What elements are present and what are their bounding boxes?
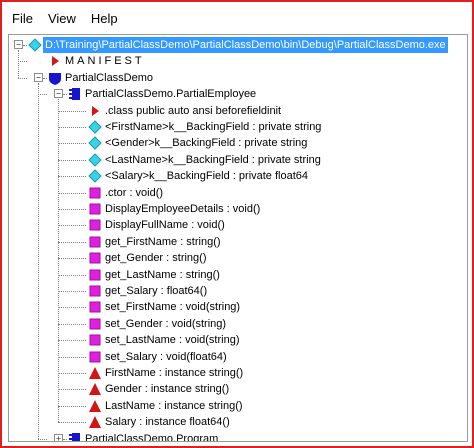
method-square-icon — [87, 349, 103, 365]
tree-item-label: get_Gender : string() — [105, 252, 207, 265]
property-triangle-icon — [87, 414, 103, 430]
menu-view[interactable]: View — [40, 4, 83, 34]
tree-item-label: LastName : instance string() — [105, 399, 243, 412]
field-diamond-icon — [87, 168, 103, 184]
method-square-icon — [87, 185, 103, 201]
tree-item[interactable]: get_Salary : float64() — [9, 283, 467, 299]
tree-item-label: PartialClassDemo — [65, 71, 154, 84]
tree-item-label: <Salary>k__BackingField : private float6… — [105, 170, 309, 183]
tree-item[interactable]: set_LastName : void(string) — [9, 332, 467, 348]
menu-bar: File View Help — [4, 4, 470, 34]
tree-item-label: PartialClassDemo.Program — [85, 432, 219, 442]
tree-item[interactable]: FirstName : instance string() — [9, 365, 467, 381]
tree-item[interactable]: − PartialClassDemo.PartialEmployee — [9, 86, 467, 102]
method-square-icon — [87, 234, 103, 250]
method-square-icon — [87, 250, 103, 266]
tree-item-label: <LastName>k__BackingField : private stri… — [105, 153, 321, 166]
property-triangle-icon — [87, 381, 103, 397]
method-square-icon — [87, 316, 103, 332]
method-square-icon — [87, 283, 103, 299]
class-info-triangle-icon — [87, 103, 103, 119]
method-square-icon — [87, 332, 103, 348]
class-icon — [67, 431, 83, 441]
tree-item[interactable]: DisplayEmployeeDetails : void() — [9, 201, 467, 217]
tree-item[interactable]: set_Gender : void(string) — [9, 316, 467, 332]
tree-item-label: .class public auto ansi beforefieldinit — [105, 104, 282, 117]
tree-item-label: D:\Training\PartialClassDemo\PartialClas… — [43, 37, 448, 53]
tree-item[interactable]: get_FirstName : string() — [9, 234, 467, 250]
tree-item[interactable]: − PartialClassDemo — [9, 70, 467, 86]
collapse-toggle-icon[interactable]: − — [54, 89, 63, 99]
tree-item-label: <FirstName>k__BackingField : private str… — [105, 121, 322, 133]
tree-view[interactable]: − D:\Training\PartialClassDemo\PartialCla… — [8, 34, 468, 442]
tree-item[interactable]: <LastName>k__BackingField : private stri… — [9, 152, 467, 168]
method-square-icon — [87, 299, 103, 315]
method-square-icon — [87, 201, 103, 217]
tree-item[interactable]: get_LastName : string() — [9, 267, 467, 283]
namespace-shield-icon — [47, 70, 63, 86]
tree-item-label: Salary : instance float64() — [105, 416, 230, 429]
tree-item-label: DisplayEmployeeDetails : void() — [105, 203, 261, 215]
tree-item[interactable]: Gender : instance string() — [9, 381, 467, 397]
tree-item[interactable]: Salary : instance float64() — [9, 414, 467, 430]
ildasm-window: File View Help − D:\Training\PartialClass… — [0, 0, 474, 448]
field-diamond-icon — [87, 152, 103, 168]
tree-item[interactable]: <FirstName>k__BackingField : private str… — [9, 119, 467, 135]
tree-item[interactable]: set_Salary : void(float64) — [9, 349, 467, 365]
tree-item[interactable]: + PartialClassDemo.Program — [9, 431, 467, 442]
collapse-toggle-icon[interactable]: − — [34, 72, 43, 82]
tree-item-label: PartialClassDemo.PartialEmployee — [85, 88, 257, 101]
field-diamond-icon — [87, 135, 103, 151]
tree-item[interactable]: <Salary>k__BackingField : private float6… — [9, 168, 467, 184]
assembly-diamond-icon — [27, 37, 43, 53]
tree-item-label: MANIFEST — [65, 55, 145, 68]
tree-item-label: FirstName : instance string() — [105, 367, 244, 379]
tree-item-label: set_Salary : void(float64) — [105, 350, 227, 363]
tree-item[interactable]: − D:\Training\PartialClassDemo\PartialCla… — [9, 37, 467, 53]
tree-item[interactable]: DisplayFullName : void() — [9, 217, 467, 233]
tree-item[interactable]: .ctor : void() — [9, 185, 467, 201]
tree-item-label: DisplayFullName : void() — [105, 219, 225, 232]
menu-help[interactable]: Help — [83, 4, 125, 34]
tree-item[interactable]: set_FirstName : void(string) — [9, 299, 467, 315]
method-square-icon — [87, 267, 103, 283]
tree-item[interactable]: get_Gender : string() — [9, 250, 467, 266]
manifest-triangle-icon — [47, 53, 63, 69]
tree-item-label: .ctor : void() — [105, 186, 164, 199]
tree-item-label: set_LastName : void(string) — [105, 334, 240, 347]
tree-item-label: set_Gender : void(string) — [105, 317, 227, 330]
tree-item[interactable]: MANIFEST — [9, 53, 467, 69]
menu-file[interactable]: File — [4, 4, 40, 34]
tree-item[interactable]: LastName : instance string() — [9, 398, 467, 414]
method-square-icon — [87, 217, 103, 233]
field-diamond-icon — [87, 119, 103, 135]
tree-item[interactable]: <Gender>k__BackingField : private string — [9, 135, 467, 151]
property-triangle-icon — [87, 398, 103, 414]
tree-item-label: get_Salary : float64() — [105, 285, 208, 297]
class-icon — [67, 86, 83, 102]
tree-item-label: <Gender>k__BackingField : private string — [105, 137, 308, 150]
property-triangle-icon — [87, 365, 103, 381]
tree-item[interactable]: .class public auto ansi beforefieldinit — [9, 103, 467, 119]
tree-item-label: Gender : instance string() — [105, 383, 230, 396]
tree-item-label: get_LastName : string() — [105, 268, 220, 281]
collapse-toggle-icon[interactable]: − — [14, 40, 23, 49]
tree-item-label: set_FirstName : void(string) — [105, 301, 241, 314]
tree-item-label: get_FirstName : string() — [105, 235, 221, 248]
expand-toggle-icon[interactable]: + — [54, 433, 63, 441]
